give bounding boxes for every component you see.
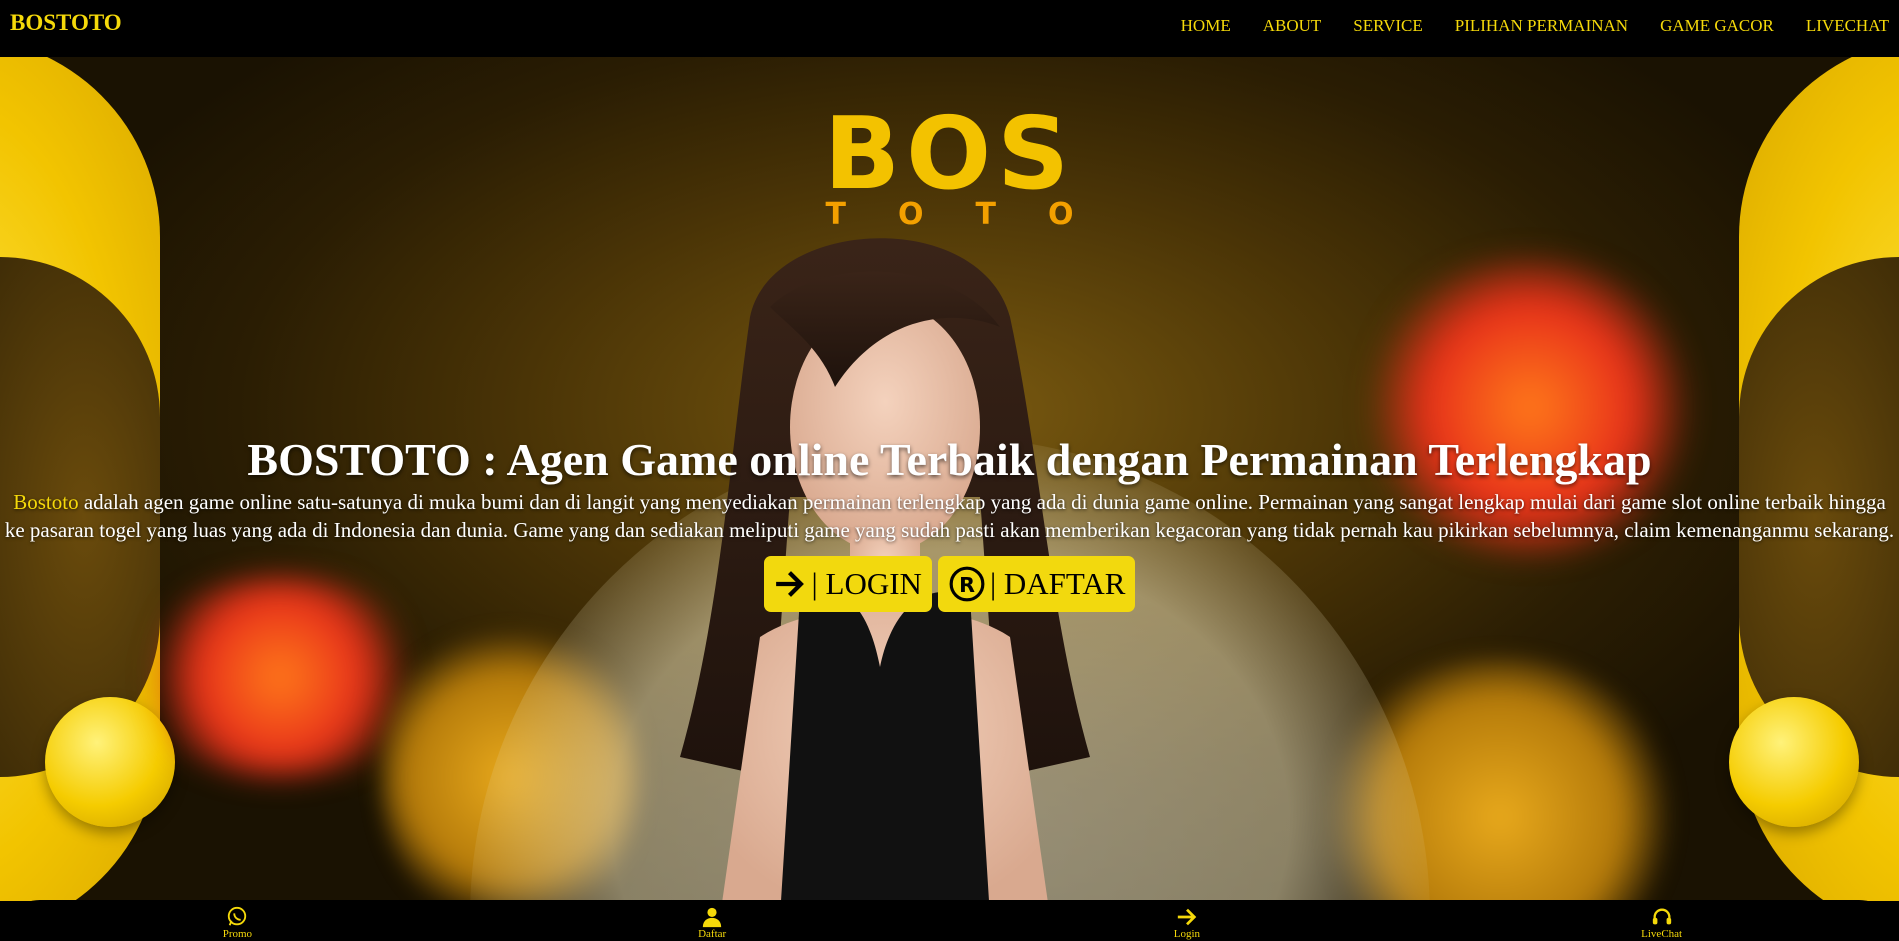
nav-about[interactable]: ABOUT	[1263, 16, 1322, 36]
headset-icon	[1652, 908, 1671, 925]
daftar-button[interactable]: R | DAFTAR	[937, 556, 1136, 612]
bottom-nav-login[interactable]: Login	[950, 900, 1425, 941]
hero-description: Bostoto adalah agen game online satu-sat…	[3, 488, 1896, 544]
bos-logo: BOS	[823, 95, 1076, 212]
whatsapp-icon	[228, 906, 247, 926]
user-icon	[702, 907, 722, 928]
brand-logo[interactable]: BOSTOTO	[10, 10, 122, 36]
page-title: BOSTOTO : Agen Game online Terbaik denga…	[247, 434, 1652, 485]
brand-highlight: Bostoto	[13, 490, 79, 514]
login-button[interactable]: | LOGIN	[763, 556, 932, 612]
arrow-right-icon	[775, 571, 804, 597]
top-navbar: BOSTOTO HOME ABOUT SERVICE PILIHAN PERMA…	[0, 0, 1899, 57]
registered-icon: R	[949, 566, 985, 602]
hero-content: BOSTOTO : Agen Game online Terbaik denga…	[0, 432, 1899, 612]
description-text: adalah agen game online satu-satunya di …	[4, 490, 1895, 542]
svg-text:R: R	[959, 573, 975, 597]
nav-livechat[interactable]: LIVECHAT	[1806, 16, 1889, 36]
nav-service[interactable]: SERVICE	[1353, 16, 1422, 36]
nav-pilihan-permainan[interactable]: PILIHAN PERMAINAN	[1455, 16, 1628, 36]
cta-buttons: | LOGIN R | DAFTAR	[0, 556, 1899, 612]
nav-home[interactable]: HOME	[1181, 16, 1231, 36]
main-nav: HOME ABOUT SERVICE PILIHAN PERMAINAN GAM…	[1149, 16, 1899, 36]
gold-coin-right	[1729, 697, 1859, 827]
nav-game-gacor[interactable]: GAME GACOR	[1660, 16, 1774, 36]
bottom-nav-livechat[interactable]: LiveChat	[1424, 900, 1899, 941]
bottom-navbar: Promo Daftar Login LiveChat	[0, 900, 1899, 941]
arrow-right-icon	[1177, 908, 1197, 926]
bottom-nav-promo[interactable]: Promo	[0, 900, 475, 941]
login-button-label: | LOGIN	[811, 566, 922, 601]
bottom-nav-label: LiveChat	[1641, 928, 1683, 940]
bottom-nav-daftar[interactable]: Daftar	[475, 900, 950, 941]
bottom-nav-label: Login	[1173, 928, 1201, 940]
toto-logo: TOTO	[825, 197, 1126, 232]
bottom-nav-label: Daftar	[698, 928, 727, 940]
daftar-button-label: | DAFTAR	[989, 566, 1126, 601]
bottom-nav-label: Promo	[222, 928, 253, 940]
